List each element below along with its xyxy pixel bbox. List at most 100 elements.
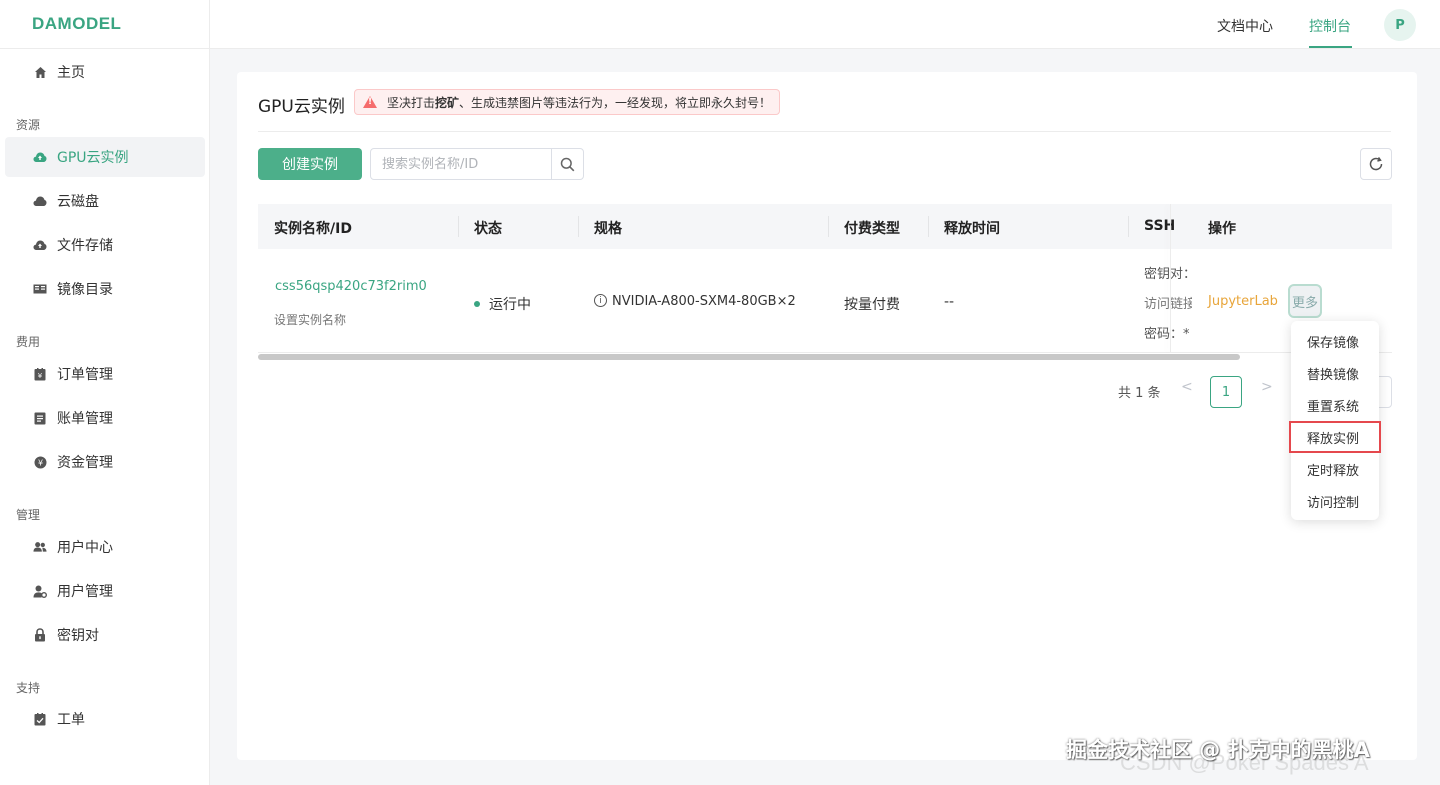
book-icon [33,282,47,296]
sidebar-item-user-mgmt[interactable]: 用户管理 [5,571,205,611]
more-actions-dropdown: 保存镜像 替换镜像 重置系统 释放实例 定时释放 访问控制 [1289,321,1381,520]
sidebar-item-label: 用户管理 [57,584,113,600]
search-button[interactable] [551,149,583,179]
warning-banner: 坚决打击 挖矿、生成违禁图片等违法行为，一经发现，将立即永久封号！ [354,89,781,115]
logo-divider [0,48,210,49]
sidebar-item-label: 工单 [57,712,85,728]
pagination-page-1[interactable]: 1 [1210,376,1242,408]
menu-item-replace-image[interactable]: 替换镜像 [1291,359,1379,387]
svg-text:¥: ¥ [37,458,42,467]
svg-text:¥: ¥ [38,372,43,380]
menu-item-access-control[interactable]: 访问控制 [1291,487,1379,515]
users-icon [33,540,47,554]
set-instance-name-link[interactable]: 设置实例名称 [274,311,346,328]
sidebar-item-gpu[interactable]: GPU云实例 [5,137,205,177]
pagination-prev[interactable]: < [1181,379,1193,395]
nav-group-support: 支持 [16,681,41,695]
nav-group-resources: 资源 [16,118,41,132]
sidebar-item-label: 账单管理 [57,411,113,427]
sidebar-item-bills[interactable]: 账单管理 [5,398,205,438]
release-time: -- [944,294,955,310]
status-running: 运行中 [474,294,531,314]
bill-icon [33,411,47,425]
instance-card: GPU云实例 坚决打击 挖矿、生成违禁图片等违法行为，一经发现，将立即永久封号！… [237,72,1417,760]
sidebar-item-file-storage[interactable]: 文件存储 [5,225,205,265]
sidebar-item-label: GPU云实例 [57,150,129,166]
billing-type: 按量付费 [844,297,900,313]
lock-icon [33,628,47,642]
more-button[interactable]: 更多 [1288,284,1322,318]
sidebar-item-label: 密钥对 [57,628,99,644]
warning-icon [363,96,377,108]
yen-icon: ¥ [33,455,47,469]
status-dot-icon [474,301,480,307]
sidebar-item-funds[interactable]: ¥ 资金管理 [5,442,205,482]
refresh-icon [1369,157,1383,171]
warning-text-bold: 挖矿 [435,95,460,110]
col-divider [928,216,929,237]
cloud-upload-icon [33,150,47,164]
col-header-billing: 付费类型 [844,221,900,237]
instance-id-link[interactable]: css56qsp420c73f2rim0 [275,279,427,294]
user-settings-icon [33,584,47,598]
col-header-status: 状态 [474,221,502,237]
home-icon [33,65,47,79]
refresh-button[interactable] [1360,148,1392,180]
warning-text-suffix: 、生成违禁图片等违法行为，一经发现，将立即永久封号！ [459,95,772,110]
sidebar-item-label: 订单管理 [57,367,113,383]
menu-item-reset-system[interactable]: 重置系统 [1291,391,1379,419]
cloud-icon [33,194,47,208]
col-header-spec: 规格 [594,221,622,237]
sidebar-item-label: 用户中心 [57,540,113,556]
jupyterlab-link[interactable]: JupyterLab [1208,294,1278,309]
sidebar-item-label: 主页 [57,65,85,81]
sidebar-item-keypair[interactable]: 密钥对 [5,615,205,655]
sidebar-item-user-center[interactable]: 用户中心 [5,527,205,567]
horizontal-scrollbar[interactable] [258,354,1240,360]
sidebar-item-image-catalog[interactable]: 镜像目录 [5,269,205,309]
col-header-release: 释放时间 [944,221,1000,237]
ticket-icon [33,712,47,726]
active-tab-underline [1309,46,1352,48]
cloud-upload-icon [33,238,47,252]
spec-cell: i NVIDIA-A800-SXM4-80GB×2 [594,294,796,309]
sidebar-item-cloud-disk[interactable]: 云磁盘 [5,181,205,221]
pagination-total: 共 1 条 [1118,386,1161,401]
watermark-juejin: 掘金技术社区 @ 扑克中的黑桃A [1066,738,1370,762]
spec-text: NVIDIA-A800-SXM4-80GB×2 [612,294,796,309]
col-header-name: 实例名称/ID [274,221,352,237]
col-divider [828,216,829,237]
table-row: css56qsp420c73f2rim0 设置实例名称 运行中 i NVIDIA-… [258,249,1392,353]
search-input[interactable] [371,149,551,179]
top-header: 文档中心 控制台 P [210,0,1440,49]
more-actions-wrapper: 更多 [1288,284,1322,318]
col-header-ops: 操作 [1208,221,1236,237]
order-icon: ¥ [33,367,47,381]
sidebar-item-orders[interactable]: ¥ 订单管理 [5,354,205,394]
nav-group-billing: 费用 [16,335,41,349]
col-divider [458,216,459,237]
sidebar-item-home[interactable]: 主页 [5,52,205,92]
search-icon [560,157,575,171]
avatar[interactable]: P [1384,9,1416,41]
menu-item-save-image[interactable]: 保存镜像 [1291,327,1379,355]
pagination-next[interactable]: > [1261,379,1273,395]
sidebar-item-label: 文件存储 [57,238,113,254]
create-instance-button[interactable]: 创建实例 [258,148,362,180]
logo[interactable]: DAMODEL [32,14,121,34]
ops-column-divider [1170,204,1171,353]
nav-docs-link[interactable]: 文档中心 [1217,16,1273,36]
col-divider [578,216,579,237]
menu-item-release-instance[interactable]: 释放实例 [1289,421,1381,453]
nav-console-link[interactable]: 控制台 [1309,16,1351,36]
ssh-password: 密码：* [1144,327,1190,342]
menu-item-scheduled-release[interactable]: 定时释放 [1291,455,1379,483]
sidebar-item-label: 镜像目录 [57,282,113,298]
sidebar-item-ticket[interactable]: 工单 [5,699,205,739]
sidebar-item-label: 云磁盘 [57,194,99,210]
status-text: 运行中 [489,297,531,313]
ssh-keypair: 密钥对： [1144,267,1192,282]
ssh-access-link[interactable]: 访问链接 [1144,293,1192,312]
nav-group-management: 管理 [16,508,41,522]
info-icon[interactable]: i [594,294,607,307]
